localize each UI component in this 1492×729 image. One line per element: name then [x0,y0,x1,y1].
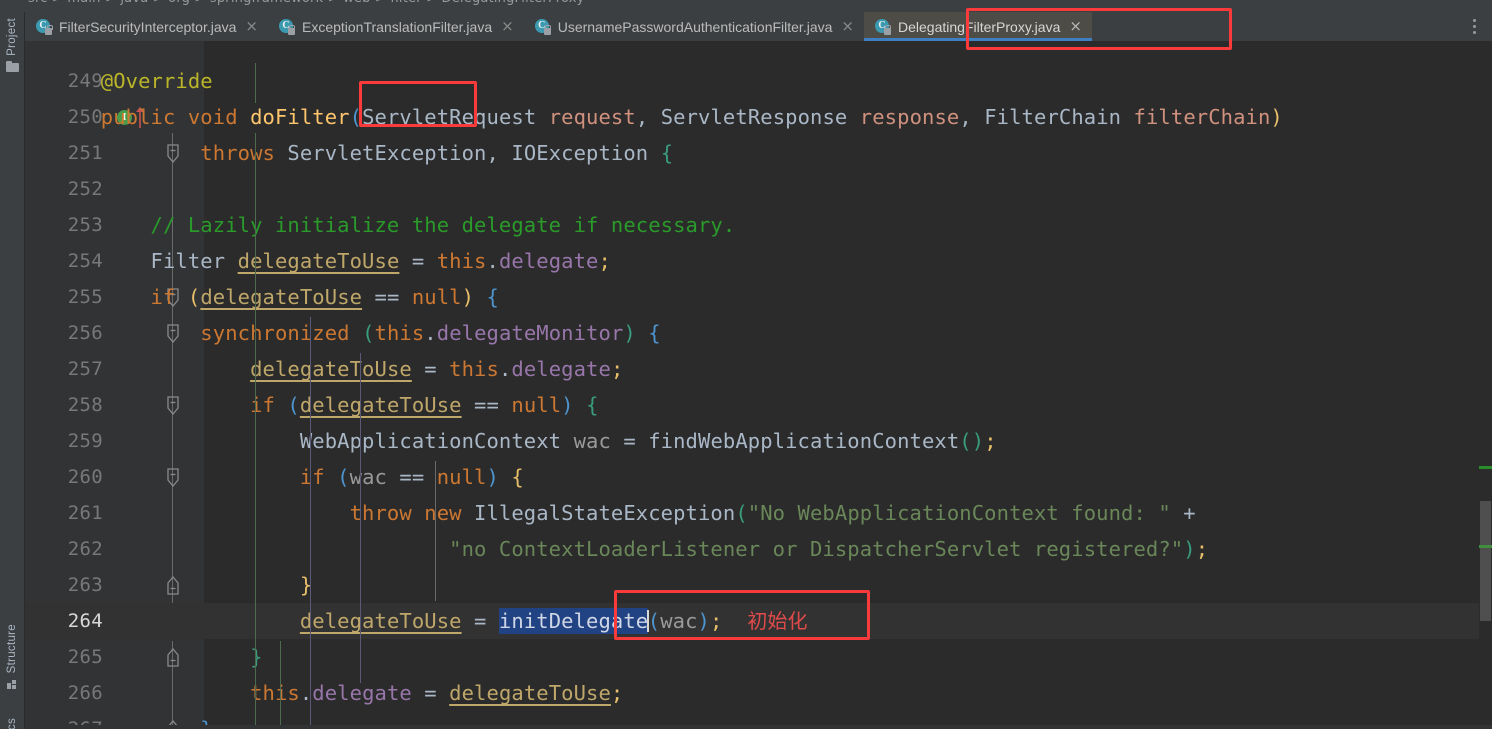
code-cell [204,567,1492,603]
sidebar-item-structure-label: Structure [6,624,18,674]
editor-tab-usernamepasswordauthenticationfilter[interactable]: C UsernamePasswordAuthenticationFilter.j… [524,12,864,41]
sidebar-item-project[interactable]: Project [0,18,25,72]
close-icon[interactable]: × [243,19,260,34]
structure-icon [6,678,19,690]
ide-window: src > main > java > org > springframewor… [0,0,1492,729]
java-class-icon: C [534,18,552,35]
code-line-row[interactable]: 253 // Lazily initialize the delegate if… [25,207,1492,243]
java-class-icon: C [874,18,892,35]
breadcrumb: src > main > java > org > springframewor… [28,0,585,6]
code-line-row[interactable]: 263 } [25,567,1492,603]
close-icon[interactable]: × [499,19,516,34]
editor-tab-delegatingfilterproxy[interactable]: C DelegatingFilterProxy.java × [863,12,1092,41]
editor-tab-label: DelegatingFilterProxy.java [897,18,1061,35]
editor-tab-filtersecurityinterceptor[interactable]: C FilterSecurityInterceptor.java × [25,12,268,41]
code-line-row[interactable]: 252 [25,171,1492,207]
code-text: } [51,645,263,669]
indent-guide [310,317,311,729]
code-line-row[interactable]: 249 @Override [25,63,1492,99]
code-line-row[interactable]: 265 } [25,639,1492,675]
sidebar-item-bookmarks-label: cs [6,718,18,729]
code-text: this.delegate = delegateToUse; [51,681,624,705]
code-line-row[interactable]: 254 Filter delegateToUse = this.delegate… [25,243,1492,279]
line-number: 252 [67,178,103,200]
breadcrumb-bar[interactable]: src > main > java > org > springframewor… [0,0,1492,12]
close-icon[interactable]: × [1067,19,1084,34]
editor-tab-bar: C FilterSecurityInterceptor.java × C Exc… [25,12,1492,41]
code-text: } [51,573,313,597]
sidebar-item-structure[interactable]: Structure [0,624,25,690]
code-text: if (delegateToUse == null) { [51,393,599,417]
code-text: delegateToUse = this.delegate; [250,357,624,381]
editor-selection[interactable]: initDelegate [498,608,649,634]
code-line-row[interactable]: 250 I public void doFilter(ServletReques… [25,99,1492,135]
indent-guide [255,133,256,729]
code-line-row[interactable]: 255 if (delegateToUse == null) { [25,279,1492,315]
code-cell [204,639,1492,675]
java-class-icon: C [35,18,53,35]
code-editor[interactable]: 249 @Override 250 I public void doFilter… [25,41,1492,729]
code-text: delegateToUse = initDelegate(wac); 初始化 [299,608,808,634]
code-text: throw new IllegalStateException("No WebA… [51,501,1196,525]
editor-tab-exceptiontranslationfilter[interactable]: C ExceptionTranslationFilter.java × [268,12,524,41]
editor-tab-label: FilterSecurityInterceptor.java [59,18,237,35]
code-text: Filter delegateToUse = this.delegate; [51,249,611,273]
folder-icon [6,60,19,72]
code-line-row[interactable]: 261 throw new IllegalStateException("No … [25,495,1492,531]
code-line-row[interactable]: 251 throws ServletException, IOException… [25,135,1492,171]
bottom-status-strip [0,725,1492,729]
code-text: @Override [51,69,213,93]
kebab-menu-icon[interactable] [1464,12,1484,41]
indent-guide [360,353,361,683]
code-text: WebApplicationContext wac = findWebAppli… [51,429,997,453]
code-text: synchronized (this.delegateMonitor) { [51,321,661,345]
editor-tab-label: ExceptionTranslationFilter.java [301,18,493,35]
code-text: throws ServletException, IOException { [51,141,674,165]
code-line-row[interactable]: 264 delegateToUse = initDelegate(wac); 初… [25,603,1492,640]
indent-guide [255,63,256,103]
code-line-row[interactable]: 266 this.delegate = delegateToUse; [25,675,1492,711]
code-text: public void doFilter(ServletRequest requ… [51,105,1283,129]
vcs-change-marker[interactable] [1479,466,1492,469]
sidebar-item-project-label: Project [6,18,18,56]
indent-guide [435,461,436,601]
left-tool-window-strip: Project Structure cs [0,12,25,729]
editor-vertical-scrollbar[interactable] [1479,41,1492,729]
user-annotation-text: 初始化 [747,609,808,633]
code-line-row[interactable]: 258 if (delegateToUse == null) { [25,387,1492,423]
sidebar-item-bookmarks[interactable]: cs [0,718,25,729]
code-line-row[interactable]: 256 synchronized (this.delegateMonitor) … [25,315,1492,351]
code-text: if (wac == null) { [51,465,524,489]
close-icon[interactable]: × [839,19,856,34]
code-line-row[interactable]: 259 WebApplicationContext wac = findWebA… [25,423,1492,459]
code-cell [204,171,1492,207]
code-line-row[interactable]: 262 "no ContextLoaderListener or Dispatc… [25,531,1492,567]
code-line-row[interactable]: 257 delegateToUse = this.delegate; [25,351,1492,387]
java-class-icon: C [278,18,296,35]
scrollbar-thumb[interactable] [1480,501,1491,621]
code-line-row[interactable]: 260 if (wac == null) { [25,459,1492,495]
code-cell [204,63,1492,99]
indent-guide [280,641,281,729]
vcs-change-marker[interactable] [1479,545,1492,548]
editor-tab-label: UsernamePasswordAuthenticationFilter.jav… [557,18,833,35]
code-text: // Lazily initialize the delegate if nec… [51,213,736,237]
code-text: if (delegateToUse == null) { [51,285,499,309]
code-text: "no ContextLoaderListener or DispatcherS… [51,537,1209,561]
